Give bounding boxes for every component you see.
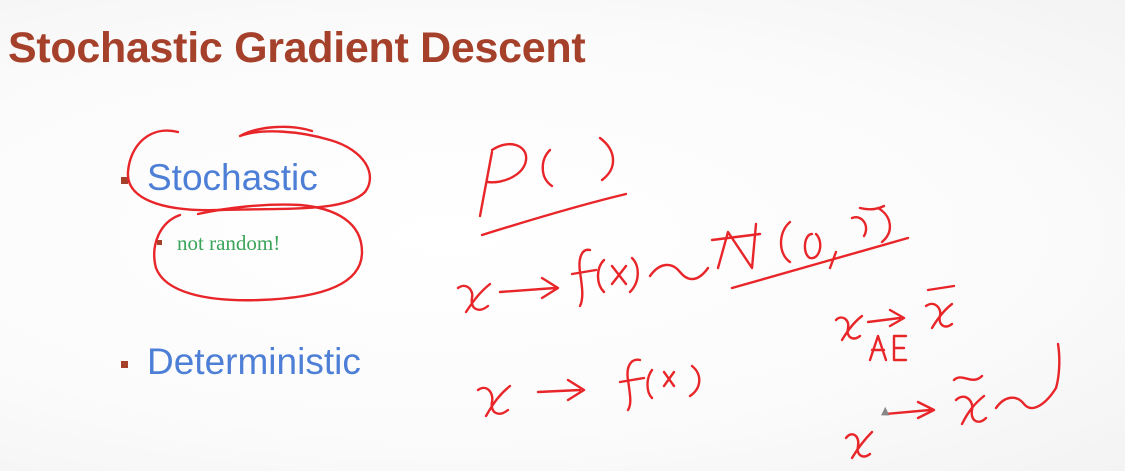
ink-tilde2 <box>994 342 1061 410</box>
bullet-marker-icon <box>121 361 128 368</box>
ink-N <box>710 222 762 270</box>
bullet-marker-icon <box>121 177 128 184</box>
ink-fx-parens1 <box>596 256 639 294</box>
ink-arrow3 <box>866 308 906 328</box>
ink-comma <box>828 250 838 270</box>
ink-sigma <box>850 204 891 244</box>
bullet-deterministic: Deterministic <box>147 341 361 382</box>
ink-underline-p <box>480 192 628 237</box>
ink-paren-open <box>541 148 554 188</box>
ink-x2 <box>476 384 512 418</box>
ink-x1 <box>456 282 492 314</box>
ink-arrow2 <box>536 378 586 402</box>
ink-f1 <box>570 248 598 308</box>
bullet-stochastic: Stochastic <box>147 157 318 198</box>
ink-arrow1 <box>498 276 560 300</box>
ink-x4 <box>844 430 874 460</box>
ink-AE <box>868 334 908 362</box>
ink-xbar1 <box>924 284 956 330</box>
slide-title: Stochastic Gradient Descent <box>8 24 586 72</box>
ink-underline-N <box>730 236 910 290</box>
ink-x3 <box>834 314 864 342</box>
ink-fx-parens2 <box>646 364 701 400</box>
ink-paren-close <box>598 136 615 182</box>
ink-letter-p <box>478 143 528 218</box>
sub-bullet-not-random: not random! <box>177 231 281 255</box>
ink-xtilde <box>952 374 988 426</box>
ink-tilde1 <box>648 263 710 281</box>
ink-f2 <box>618 358 646 412</box>
ink-arrow4 <box>884 400 936 420</box>
sub-bullet-marker-icon <box>157 240 162 245</box>
ink-paren-0 <box>779 220 822 264</box>
mouse-pointer-icon: ▲ <box>881 404 890 417</box>
slide-canvas: Stochastic Gradient Descent Stochastic n… <box>0 0 1125 471</box>
